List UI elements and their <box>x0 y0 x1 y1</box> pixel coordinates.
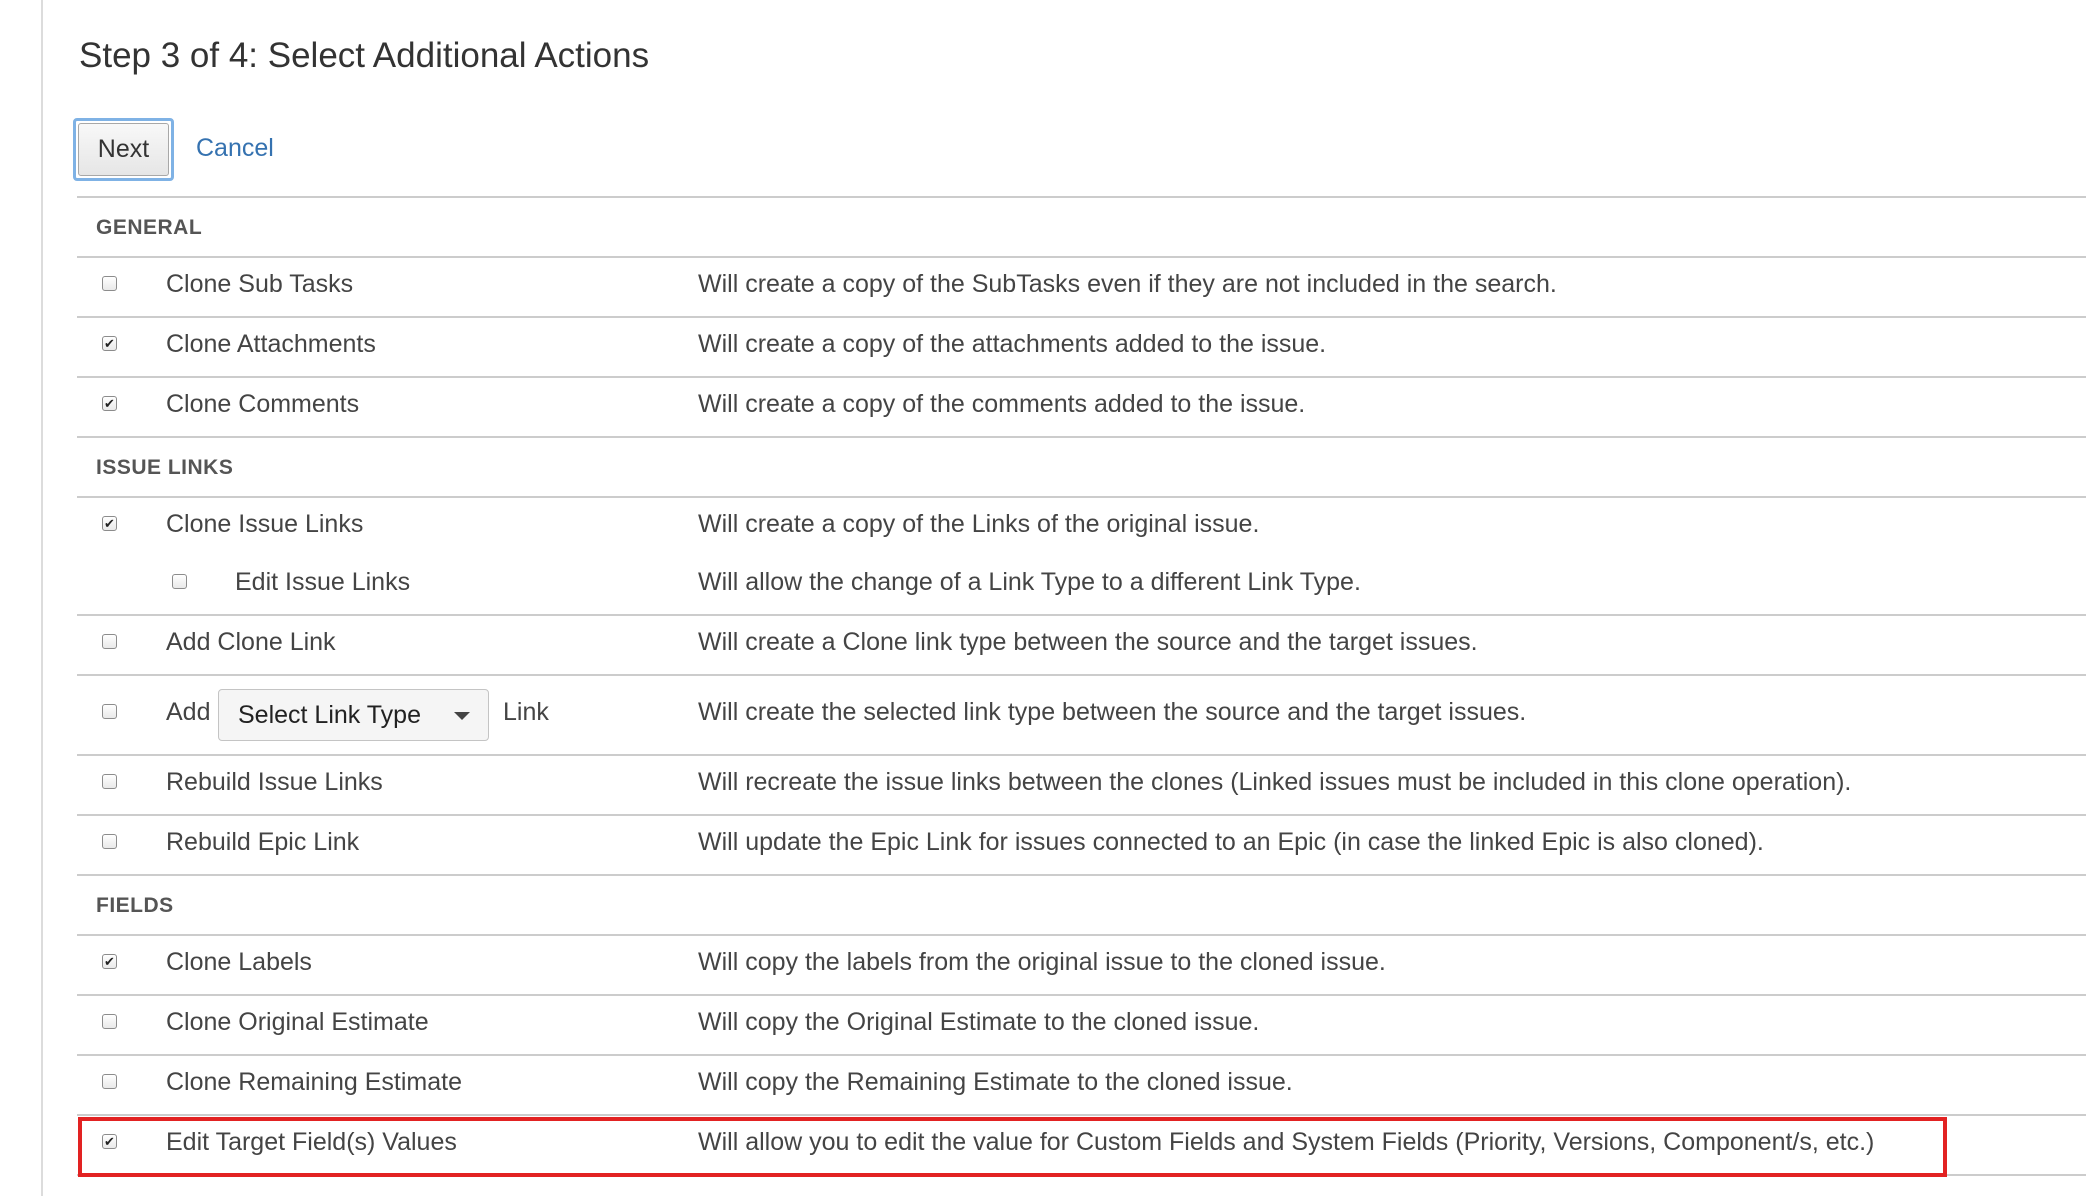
checkbox-clone-labels[interactable]: ✔ <box>102 954 117 969</box>
checkbox-clone-attachments[interactable]: ✔ <box>102 336 117 351</box>
checkbox-clone-sub-tasks[interactable] <box>102 276 117 291</box>
option-description: Will recreate the issue links between th… <box>698 768 1852 796</box>
option-label: Clone Comments <box>166 390 360 418</box>
row-divider <box>77 496 2086 498</box>
option-description: Will create a copy of the comments added… <box>698 390 1306 418</box>
option-label-suffix: Link <box>503 698 549 726</box>
next-button[interactable]: Next <box>73 118 174 181</box>
checkbox-rebuild-epic-link[interactable] <box>102 834 117 849</box>
option-description: Will create a copy of the SubTasks even … <box>698 270 1557 298</box>
option-label: Rebuild Epic Link <box>166 828 360 856</box>
option-label: Edit Issue Links <box>235 568 411 596</box>
link-type-select-value: Select Link Type <box>238 701 421 729</box>
option-description: Will allow the change of a Link Type to … <box>698 568 1361 596</box>
row-divider <box>77 934 2086 936</box>
option-description: Will create a copy of the Links of the o… <box>698 510 1260 538</box>
option-description: Will create the selected link type betwe… <box>698 698 1527 726</box>
checkbox-clone-original-estimate[interactable] <box>102 1014 117 1029</box>
section-header-issue-links: ISSUE LINKS <box>96 456 234 479</box>
option-label: Add Clone Link <box>166 628 336 656</box>
option-label: Clone Labels <box>166 948 312 976</box>
option-description: Will copy the Original Estimate to the c… <box>698 1008 1260 1036</box>
option-label: Clone Sub Tasks <box>166 270 354 298</box>
option-description: Will copy the labels from the original i… <box>698 948 1386 976</box>
row-divider <box>77 754 2086 756</box>
checkbox-clone-comments[interactable]: ✔ <box>102 396 117 411</box>
row-divider <box>77 874 2086 876</box>
row-divider <box>77 436 2086 438</box>
checkbox-edit-issue-links[interactable] <box>172 574 187 589</box>
option-label: Rebuild Issue Links <box>166 768 383 796</box>
chevron-down-icon <box>454 712 470 720</box>
section-header-fields: FIELDS <box>96 894 174 917</box>
row-divider <box>77 994 2086 996</box>
link-type-select[interactable]: Select Link Type <box>218 689 489 741</box>
checkbox-rebuild-issue-links[interactable] <box>102 774 117 789</box>
checkbox-clone-issue-links[interactable]: ✔ <box>102 516 117 531</box>
checkbox-add-link[interactable] <box>102 704 117 719</box>
row-divider <box>77 196 2086 198</box>
row-divider <box>77 1054 2086 1056</box>
row-divider <box>77 316 2086 318</box>
highlight-box <box>78 1117 1947 1177</box>
option-label: Clone Remaining Estimate <box>166 1068 462 1096</box>
cancel-link[interactable]: Cancel <box>196 134 274 163</box>
option-description: Will create a copy of the attachments ad… <box>698 330 1327 358</box>
option-label: Add <box>166 698 211 726</box>
checkbox-clone-remaining-estimate[interactable] <box>102 1074 117 1089</box>
row-divider <box>77 256 2086 258</box>
row-divider <box>77 674 2086 676</box>
section-header-general: GENERAL <box>96 216 203 239</box>
option-description: Will copy the Remaining Estimate to the … <box>698 1068 1293 1096</box>
page-title: Step 3 of 4: Select Additional Actions <box>79 36 650 75</box>
checkbox-add-clone-link[interactable] <box>102 634 117 649</box>
option-label: Clone Issue Links <box>166 510 364 538</box>
row-divider <box>77 1114 2086 1116</box>
option-description: Will update the Epic Link for issues con… <box>698 828 1764 856</box>
page-left-border <box>41 0 43 1196</box>
row-divider <box>77 814 2086 816</box>
row-divider <box>77 614 2086 616</box>
clone-wizard-page: Step 3 of 4: Select Additional Actions N… <box>0 0 2086 1196</box>
option-label: Clone Attachments <box>166 330 376 358</box>
option-label: Clone Original Estimate <box>166 1008 429 1036</box>
option-description: Will create a Clone link type between th… <box>698 628 1478 656</box>
row-divider <box>77 376 2086 378</box>
next-button-label: Next <box>78 123 169 176</box>
